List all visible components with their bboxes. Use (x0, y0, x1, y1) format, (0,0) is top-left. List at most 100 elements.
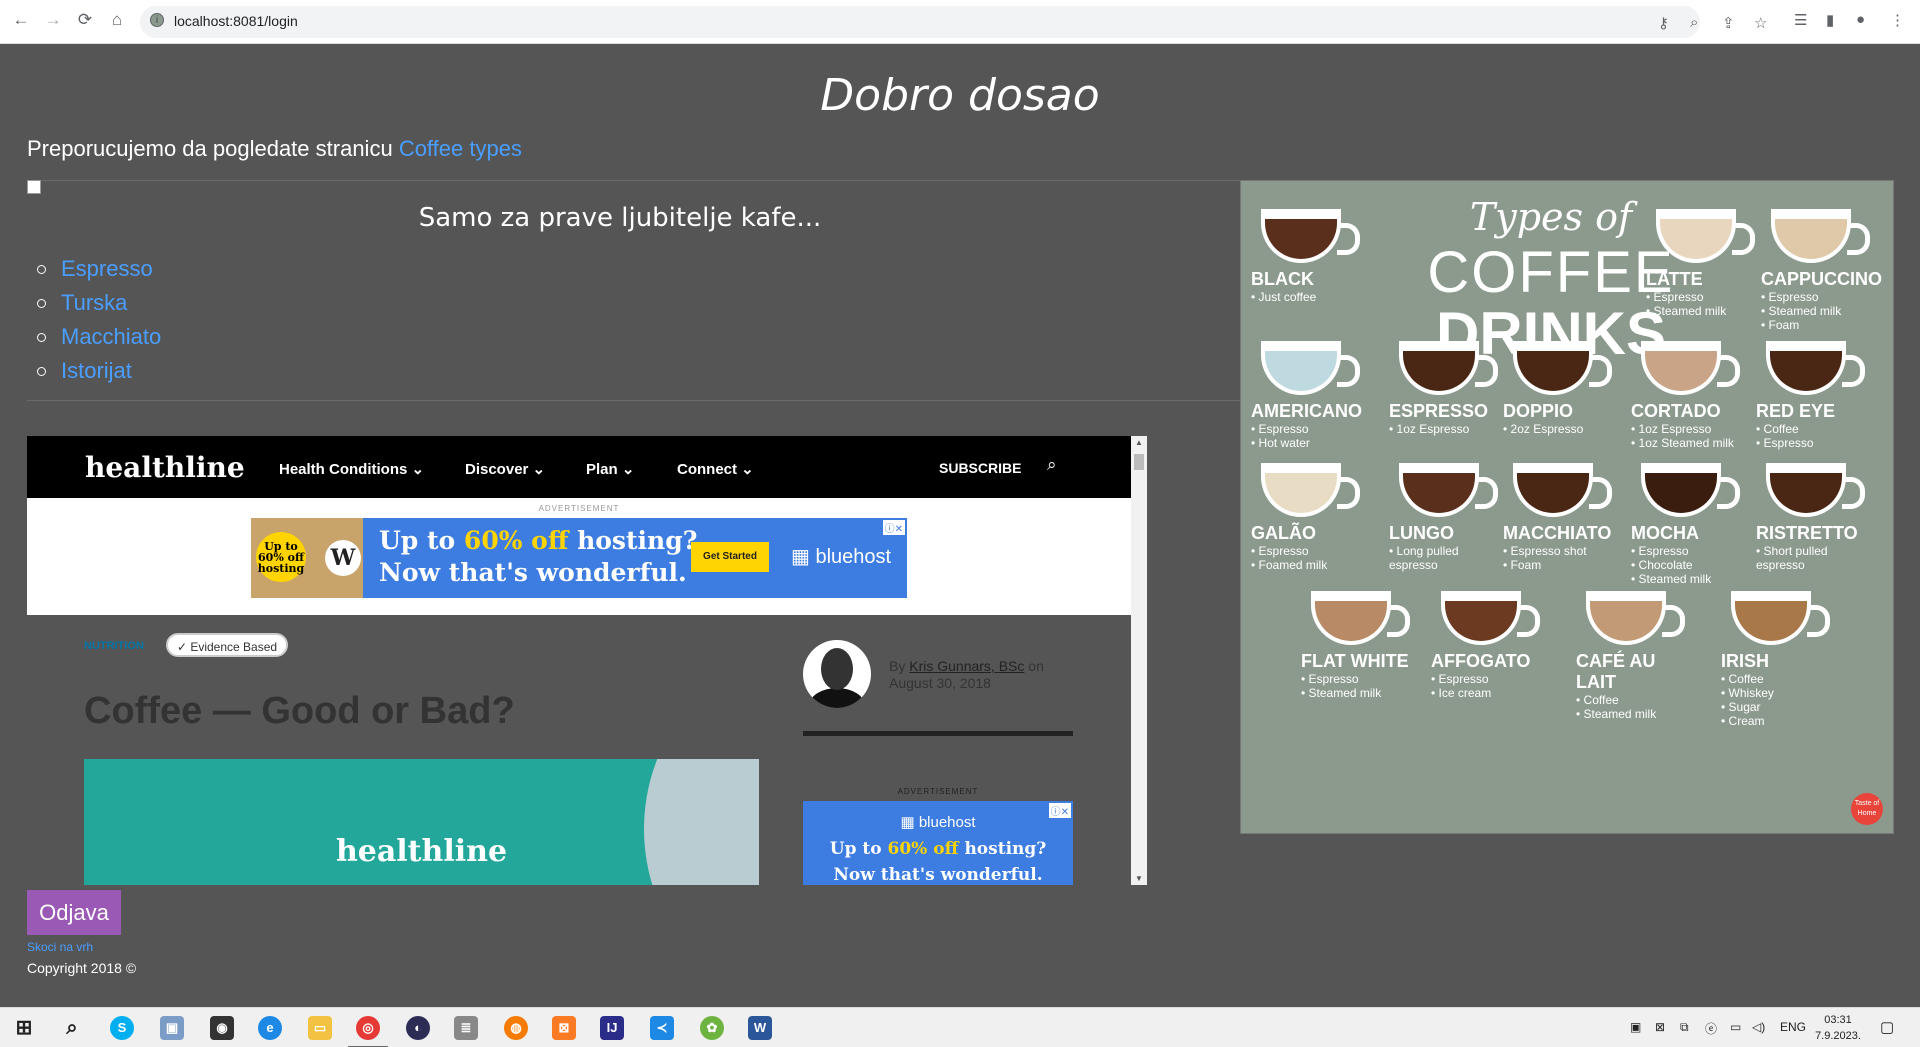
language-indicator[interactable]: ENG (1780, 1020, 1806, 1034)
coffee-types-link[interactable]: Coffee types (399, 136, 522, 161)
cup-handle (1662, 605, 1685, 637)
eclipse-icon[interactable]: ◐ (406, 1016, 430, 1040)
word-icon[interactable]: W (748, 1016, 772, 1040)
turska-link[interactable]: Turska (61, 290, 127, 316)
tray-copy-icon[interactable]: ⧉ (1680, 1020, 1689, 1035)
coffee-cup-icon (1656, 209, 1736, 263)
nutrition-tag[interactable]: NUTRITION (84, 640, 144, 652)
database-icon[interactable]: ≣ (454, 1016, 478, 1040)
nav-health-conditions[interactable]: Health Conditions ⌄ (279, 460, 424, 478)
site-info-icon[interactable]: i (150, 13, 164, 27)
skype-icon[interactable]: S (110, 1016, 134, 1040)
spring-icon[interactable]: ✿ (700, 1016, 724, 1040)
drink-name: DOPPIO (1503, 401, 1574, 421)
bookmark-star-icon[interactable]: ☆ (1754, 14, 1767, 32)
subscribe-link[interactable]: SUBSCRIBE (939, 460, 1021, 476)
forward-icon[interactable]: → (42, 10, 64, 30)
embedded-article-frame[interactable]: healthline Health Conditions ⌄ Discover … (27, 436, 1147, 885)
list-item: Espresso (37, 252, 161, 286)
password-key-icon[interactable]: ⚷ (1658, 14, 1669, 32)
divider (27, 180, 1240, 181)
chrome-icon[interactable]: ◎ (356, 1016, 380, 1040)
address-bar[interactable]: i localhost:8081/login ⚷ ⌕ ⇪ ☆ (140, 6, 1767, 38)
bluehost-banner-ad[interactable]: Up to 60% off hosting W Up to 60% off ho… (251, 518, 907, 598)
ad-close-icon[interactable]: ⓘ✕ (1048, 803, 1071, 818)
drink-description: • Coffee • Steamed milk (1576, 693, 1657, 721)
firefox-icon[interactable]: ◍ (504, 1016, 528, 1040)
bullet-icon (37, 332, 46, 342)
scroll-up-icon[interactable]: ▲ (1131, 438, 1147, 447)
windows-start-icon[interactable]: ⊞ (12, 1016, 36, 1040)
drink-red-eye: RED EYE • Coffee • Espresso (1756, 341, 1876, 450)
intellij-icon[interactable]: IJ (600, 1016, 624, 1040)
list-item: Turska (37, 286, 161, 320)
nav-discover[interactable]: Discover ⌄ (465, 460, 545, 478)
get-started-button[interactable]: Get Started (691, 542, 769, 572)
istorijat-link[interactable]: Istorijat (61, 358, 132, 384)
nav-connect[interactable]: Connect ⌄ (677, 460, 754, 478)
drink-name: LATTE (1646, 269, 1703, 289)
drink-name: RISTRETTO (1756, 523, 1858, 543)
url-text[interactable]: localhost:8081/login (174, 13, 298, 29)
coffee-cup-icon (1399, 341, 1479, 395)
side-panel-icon[interactable]: ▮ (1826, 11, 1834, 29)
drink-name: RED EYE (1756, 401, 1836, 421)
tray-volume-icon[interactable]: ◁) (1752, 1020, 1765, 1034)
file-manager-icon[interactable]: ▣ (160, 1016, 184, 1040)
tray-network-icon[interactable]: ▭ (1730, 1020, 1741, 1034)
edge-icon[interactable]: e (258, 1016, 282, 1040)
wordpress-logo-icon: W (325, 540, 361, 576)
profile-avatar-icon[interactable]: ● (1856, 11, 1865, 28)
macchiato-link[interactable]: Macchiato (61, 324, 161, 350)
zoom-icon[interactable]: ⌕ (1690, 14, 1698, 31)
search-icon[interactable]: ⌕ (60, 1016, 84, 1040)
logout-button[interactable]: Odjava (27, 890, 121, 935)
notification-icon[interactable]: ▢ (1880, 1018, 1894, 1036)
camera-icon[interactable]: ◉ (210, 1016, 234, 1040)
sidebar-bluehost-ad[interactable]: ▦ bluehost Up to 60% off hosting? Now th… (803, 801, 1073, 885)
evidence-based-badge[interactable]: ✓ Evidence Based (166, 633, 288, 657)
author-avatar[interactable] (803, 640, 871, 708)
drink-latte: LATTE • Espresso • Steamed milk (1646, 209, 1766, 318)
nav-plan[interactable]: Plan ⌄ (586, 460, 634, 478)
ad-strip: ADVERTISEMENT Up to 60% off hosting W Up… (27, 498, 1131, 615)
page-title: Dobro dosao (820, 70, 1100, 121)
system-clock[interactable]: 03:31 7.9.2023. (1808, 1012, 1868, 1044)
search-icon[interactable]: ⌕ (1047, 455, 1057, 475)
coffee-cup-icon (1586, 591, 1666, 645)
share-icon[interactable]: ⇪ (1722, 14, 1735, 32)
drink-irish: IRISH • Coffee • Whiskey • Sugar • Cream (1721, 591, 1841, 728)
coffee-cup-icon (1731, 591, 1811, 645)
drink-description: • Espresso • Steamed milk (1301, 672, 1382, 700)
tray-edge-icon[interactable]: ⓔ (1705, 1020, 1717, 1037)
vscode-icon[interactable]: ≺ (650, 1016, 674, 1040)
drink-description: • Just coffee (1251, 290, 1317, 304)
back-to-top-link[interactable]: Skoci na vrh (27, 940, 93, 954)
scroll-down-icon[interactable]: ▼ (1131, 874, 1147, 883)
drink-name: MOCHA (1631, 523, 1699, 543)
coffee-cup-icon (1261, 463, 1341, 517)
menu-kebab-icon[interactable]: ⋮ (1890, 11, 1905, 29)
back-icon[interactable]: ← (10, 10, 32, 30)
reload-icon[interactable]: ⟳ (74, 10, 96, 30)
drink-cappuccino: CAPPUCCINO • Espresso • Steamed milk • Fo… (1761, 209, 1882, 332)
tray-xampp-icon[interactable]: ⊠ (1655, 1020, 1665, 1034)
espresso-link[interactable]: Espresso (61, 256, 153, 282)
browser-toolbar: ← → ⟳ ⌂ i localhost:8081/login ⚷ ⌕ ⇪ ☆ ☰… (0, 0, 1920, 44)
recommendation-text: Preporucujemo da pogledate stranicu Coff… (27, 136, 522, 162)
healthline-logo[interactable]: healthline (85, 451, 245, 484)
folder-icon[interactable]: ▭ (308, 1016, 332, 1040)
xampp-icon[interactable]: ⊠ (552, 1016, 576, 1040)
drink-name: AMERICANO (1251, 401, 1362, 421)
drink-name: GALÃO (1251, 523, 1316, 543)
home-icon[interactable]: ⌂ (106, 10, 128, 30)
list-item: Macchiato (37, 320, 161, 354)
reading-list-icon[interactable]: ☰ (1794, 11, 1807, 29)
ad-close-icon[interactable]: ⓘ✕ (882, 520, 905, 535)
tray-app-icon[interactable]: ▣ (1630, 1020, 1641, 1034)
author-link[interactable]: Kris Gunnars, BSc (909, 658, 1024, 674)
coffee-cup-icon (1766, 463, 1846, 517)
iframe-scrollbar[interactable]: ▲ ▼ (1131, 436, 1147, 885)
scroll-thumb[interactable] (1134, 454, 1144, 470)
drink-ristretto: RISTRETTO • Short pulled espresso (1756, 463, 1876, 572)
